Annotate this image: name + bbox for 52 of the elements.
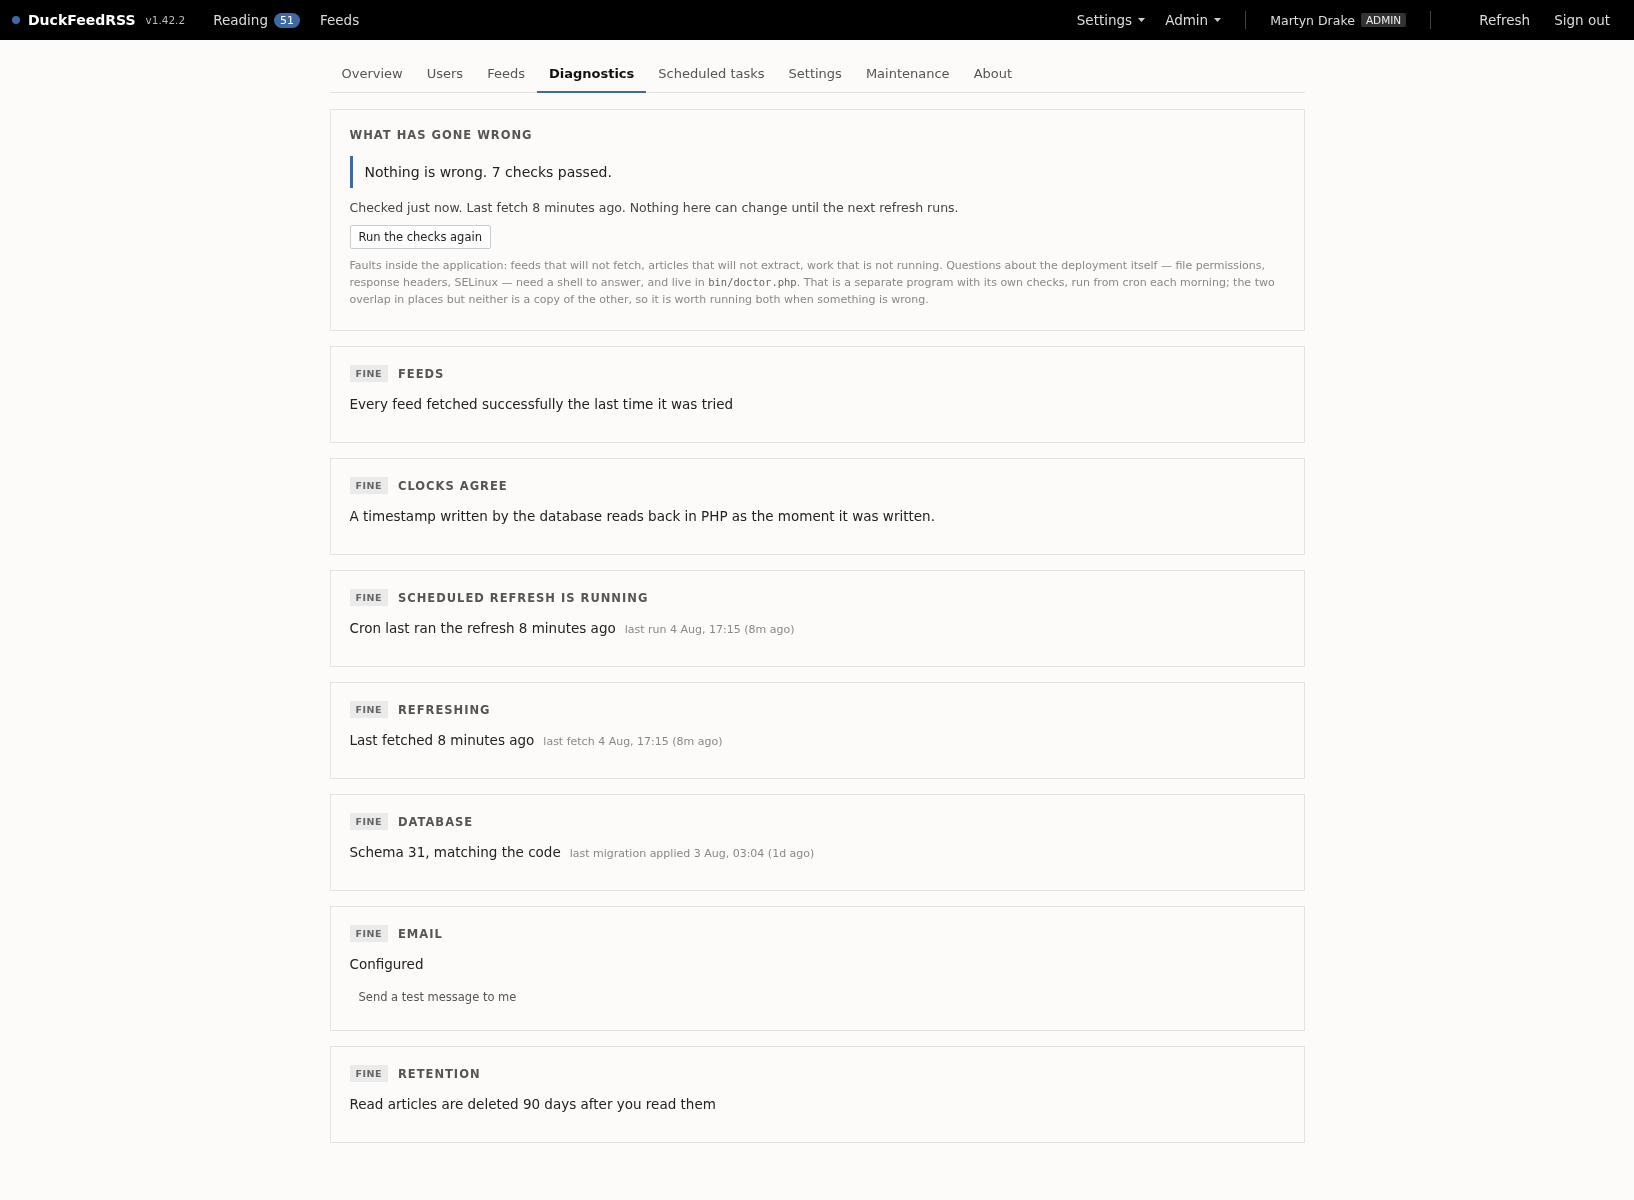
check-message: Every feed fetched successfully the last time it was tried [349, 396, 734, 413]
status-badge: FINE [349, 813, 388, 831]
nav-link[interactable]: Feeds [319, 12, 360, 28]
nav-link[interactable]: Reading [213, 12, 268, 28]
check-message: Schema 31, matching the code [349, 844, 561, 861]
tab[interactable]: Overview [329, 58, 415, 93]
check-detail: last fetch 4 Aug, 17:15 (8m ago) [543, 735, 723, 749]
version-label: v1.42.2 [145, 14, 186, 26]
brand-name[interactable]: DuckFeedRSS [28, 12, 136, 28]
menu-link[interactable]: Admin [1165, 12, 1209, 28]
top-link[interactable]: Refresh [1479, 12, 1531, 28]
tab[interactable]: Diagnostics [536, 58, 647, 93]
check-title: SCHEDULED REFRESH IS RUNNING [397, 590, 649, 605]
explanation-text: Faults inside the application: feeds that will not fetch, articles that will not extract, work that is not running. Questions about the deployment itself — file permissions, response headers, SELinux — need a shell to answer, and live in bin/doctor.php. That is a separate program with its own checks, run from cron each morning; the two overlap in places but neither is a copy of the other, so it is worth running both when something is wrong. [349, 258, 1276, 309]
check-title: DATABASE [397, 814, 474, 829]
check-title: REFRESHING [397, 702, 491, 717]
caret-icon [1138, 18, 1146, 22]
section-heading: WHAT HAS GONE WRONG [349, 128, 534, 142]
role-badge: ADMIN [1360, 13, 1407, 27]
check-message: Last fetched 8 minutes ago [349, 732, 535, 749]
count-badge: 51 [273, 12, 300, 28]
menu-link[interactable]: Settings [1076, 12, 1133, 28]
test-email-button[interactable]: Send a test message to me [349, 986, 526, 1009]
status-badge: FINE [349, 589, 388, 607]
tab[interactable]: Settings [776, 58, 854, 93]
check-title: RETENTION [397, 1066, 481, 1081]
check-message: A timestamp written by the database reads back in PHP as the moment it was written. [349, 508, 935, 525]
check-message: Cron last ran the refresh 8 minutes ago [349, 620, 616, 637]
tab[interactable]: About [961, 58, 1025, 93]
logo-dot-icon [12, 16, 20, 24]
tab[interactable]: Users [414, 58, 476, 93]
check-title: CLOCKS AGREE [397, 478, 508, 493]
check-title: EMAIL [397, 926, 443, 941]
status-badge: FINE [349, 925, 388, 943]
run-checks-button[interactable]: Run the checks again [349, 225, 491, 249]
check-message: Configured [349, 956, 424, 973]
verdict-message: Nothing is wrong. 7 checks passed. [349, 156, 1285, 188]
status-badge: FINE [349, 365, 388, 383]
check-detail: last run 4 Aug, 17:15 (8m ago) [624, 623, 795, 637]
status-badge: FINE [349, 477, 388, 495]
status-text: Checked just now. Last fetch 8 minutes ago. Nothing here can change until the next refresh runs. [349, 200, 960, 215]
caret-icon [1214, 18, 1222, 22]
status-badge: FINE [349, 701, 388, 719]
check-detail: last migration applied 3 Aug, 03:04 (1d ago) [569, 847, 815, 861]
top-link[interactable]: Sign out [1554, 12, 1610, 28]
status-badge: FINE [349, 1065, 388, 1083]
check-title: FEEDS [397, 366, 445, 381]
tab[interactable]: Feeds [475, 58, 537, 93]
tab[interactable]: Maintenance [853, 58, 962, 93]
check-message: Read articles are deleted 90 days after you read them [349, 1096, 716, 1113]
tab[interactable]: Scheduled tasks [646, 58, 777, 93]
user-name: Martyn Drake [1270, 12, 1355, 28]
